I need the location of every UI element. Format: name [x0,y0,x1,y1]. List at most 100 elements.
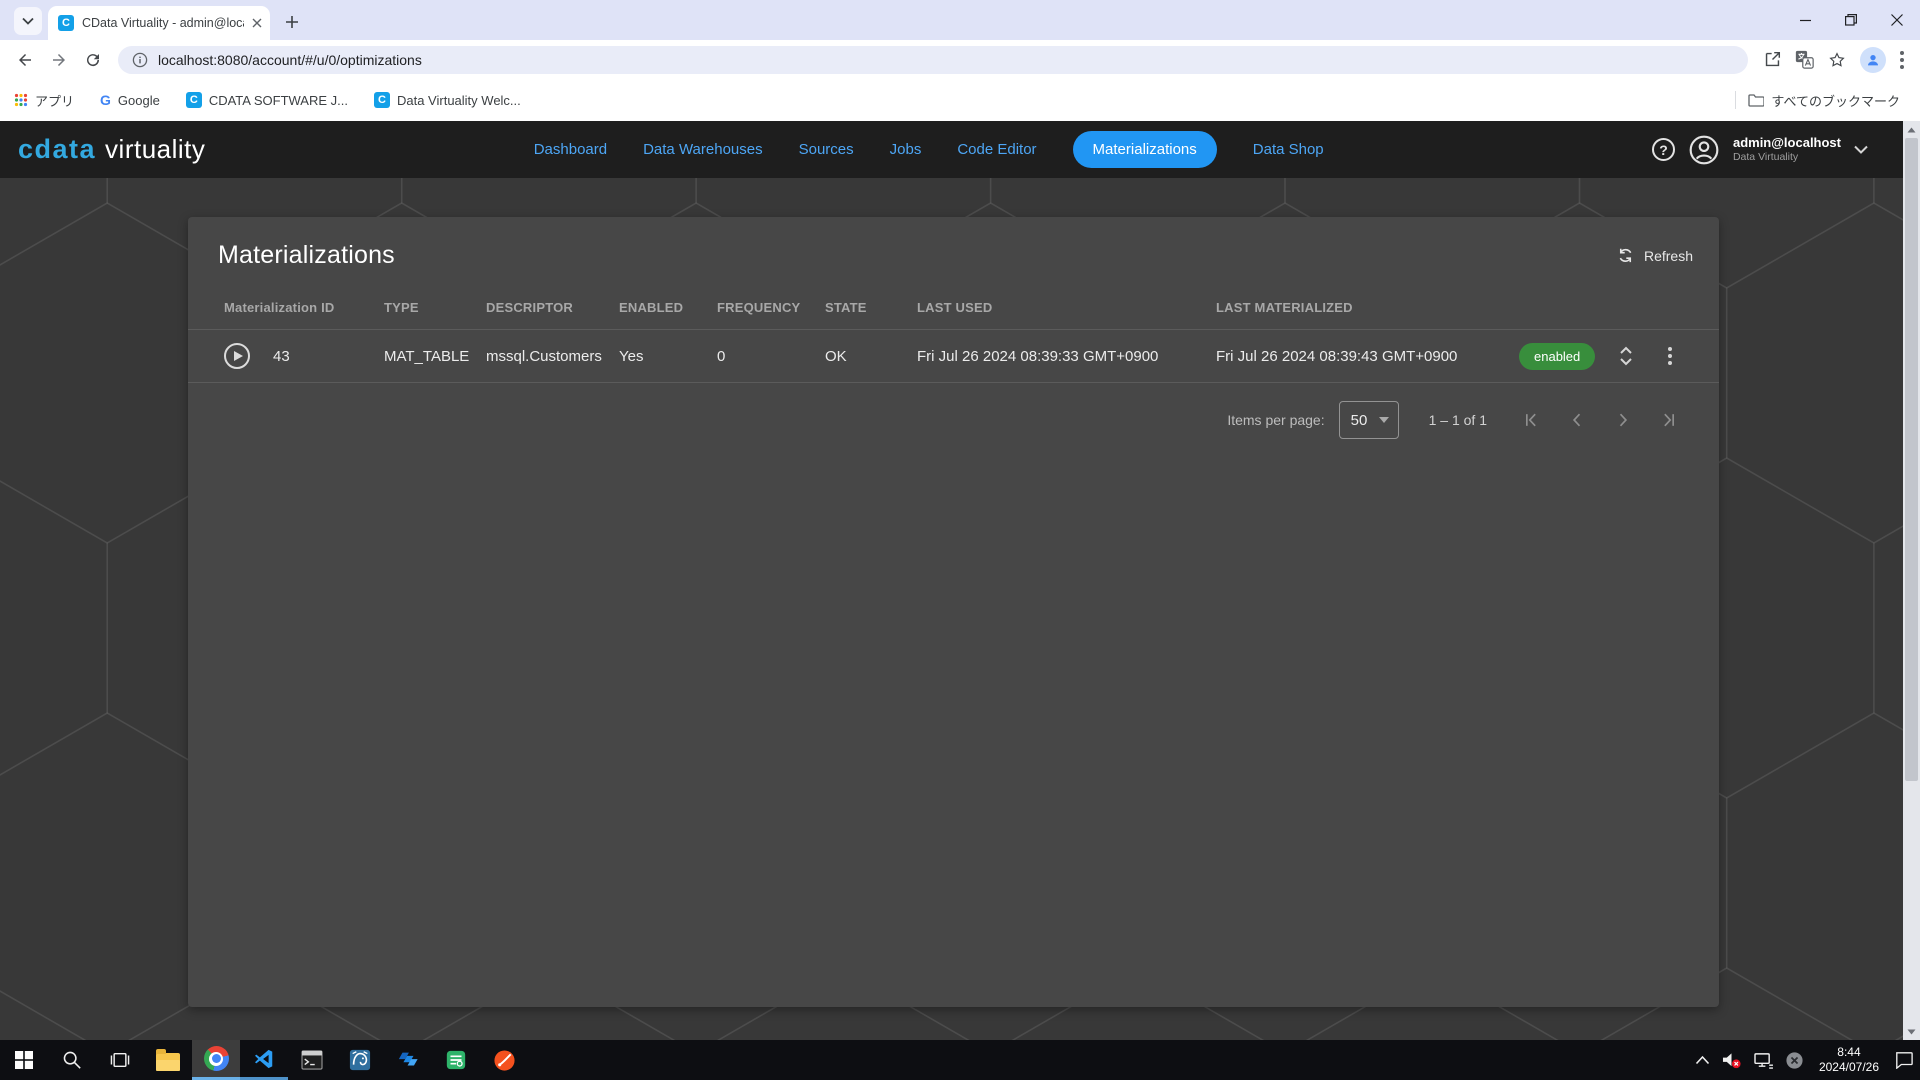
scroll-down-arrow-icon[interactable] [1907,1023,1916,1040]
blue-layers-app-button[interactable] [384,1040,432,1080]
cdata-favicon-icon: C [186,92,202,108]
column-header: DESCRIPTOR [486,300,619,315]
window-minimize-button[interactable] [1782,0,1828,40]
restore-icon [1845,14,1857,26]
bookmark-cdata-software[interactable]: C CDATA SOFTWARE J... [186,92,348,108]
previous-page-button[interactable] [1567,410,1587,430]
app-logo[interactable]: cdata virtuality [18,134,205,165]
user-avatar-icon[interactable] [1688,134,1720,166]
taskbar-clock[interactable]: 8:44 2024/07/26 [1815,1045,1883,1075]
translate-icon[interactable] [1795,50,1814,69]
taskbar-search-button[interactable] [48,1040,96,1080]
page-scrollbar[interactable] [1903,121,1920,1040]
nav-data-warehouses[interactable]: Data Warehouses [643,141,763,158]
browser-profile-avatar[interactable] [1860,47,1886,73]
items-per-page-select[interactable]: 50 [1339,401,1399,439]
cell-last-materialized: Fri Jul 26 2024 08:39:43 GMT+0900 [1216,348,1519,365]
orange-app-button[interactable] [480,1040,528,1080]
bookmark-google[interactable]: G Google [100,92,160,108]
nav-materializations[interactable]: Materializations [1073,131,1217,168]
window-restore-button[interactable] [1828,0,1874,40]
tab-title: CData Virtuality - admin@locall [82,16,244,30]
toggle-status-button[interactable] [1611,341,1641,371]
card-header: Materializations Refresh [188,217,1719,286]
select-caret-icon [1379,417,1389,423]
tray-expand-chevron-icon[interactable] [1695,1055,1710,1065]
task-view-icon [110,1051,130,1069]
info-icon[interactable] [132,52,148,68]
user-subtitle: Data Virtuality [1733,151,1841,163]
refresh-button[interactable]: Refresh [1616,246,1693,265]
nav-data-shop[interactable]: Data Shop [1253,141,1324,158]
person-icon [1865,52,1881,68]
all-bookmarks-button[interactable]: すべてのブックマーク [1748,91,1900,110]
volume-muted-icon[interactable] [1721,1051,1742,1069]
browser-toolbar: localhost:8080/account/#/u/0/optimizatio… [0,40,1920,79]
nav-jobs[interactable]: Jobs [890,141,922,158]
tray-status-icon[interactable] [1785,1051,1804,1070]
back-arrow-icon [16,51,34,69]
apps-grid-icon [14,93,28,107]
cell-materialization-id: 43 [224,343,384,369]
browser-menu-button[interactable] [1900,51,1904,69]
network-icon[interactable] [1753,1052,1774,1069]
layers-icon [397,1049,419,1071]
last-page-button[interactable] [1659,410,1679,430]
cell-frequency: 0 [717,348,825,365]
user-info[interactable]: admin@localhost Data Virtuality [1733,136,1841,163]
tab-close-icon[interactable] [252,18,262,28]
tab-search-button[interactable] [14,7,42,35]
terminal-icon [301,1050,323,1070]
cdata-favicon-icon: C [374,92,390,108]
status-badge[interactable]: enabled [1519,343,1595,370]
browser-tab-strip: C CData Virtuality - admin@locall [0,0,1920,40]
chevron-down-icon [22,17,34,25]
terminal-taskbar-button[interactable] [288,1040,336,1080]
forward-button[interactable] [44,45,74,75]
new-tab-button[interactable] [278,8,306,36]
scrollbar-thumb[interactable] [1905,138,1918,781]
action-center-icon[interactable] [1894,1051,1914,1069]
scroll-up-arrow-icon[interactable] [1907,121,1916,138]
next-page-button[interactable] [1613,410,1633,430]
back-button[interactable] [10,45,40,75]
run-materialization-button[interactable] [224,343,250,369]
log-list-icon [445,1049,467,1071]
file-explorer-button[interactable] [144,1040,192,1080]
help-icon[interactable]: ? [1652,138,1675,161]
kebab-icon [1668,347,1672,365]
cell-enabled: Yes [619,348,717,365]
orange-ball-icon [493,1049,516,1072]
user-menu-chevron-icon[interactable] [1854,145,1868,154]
chrome-taskbar-button[interactable] [192,1040,240,1080]
nav-code-editor[interactable]: Code Editor [957,141,1036,158]
task-view-button[interactable] [96,1040,144,1080]
search-icon [62,1050,82,1070]
window-controls [1782,0,1920,40]
browser-tab[interactable]: C CData Virtuality - admin@locall [48,6,270,40]
bookmark-label: アプリ [35,91,74,110]
google-icon: G [100,92,111,108]
close-icon [1891,14,1903,26]
nav-dashboard[interactable]: Dashboard [534,141,607,158]
column-header: STATE [825,300,917,315]
green-log-app-button[interactable] [432,1040,480,1080]
open-in-new-icon[interactable] [1764,51,1781,68]
window-close-button[interactable] [1874,0,1920,40]
vscode-taskbar-button[interactable] [240,1040,288,1080]
bookmark-star-icon[interactable] [1828,51,1846,69]
pgadmin-taskbar-button[interactable] [336,1040,384,1080]
bookmark-apps[interactable]: アプリ [14,91,74,110]
nav-sources[interactable]: Sources [799,141,854,158]
chrome-icon [204,1046,229,1071]
table-paginator: Items per page: 50 1 – 1 of 1 [188,383,1719,439]
row-menu-button[interactable] [1655,341,1685,371]
clock-date: 2024/07/26 [1819,1060,1879,1075]
materializations-card: Materializations Refresh Materialization… [188,217,1719,1007]
reload-button[interactable] [78,45,108,75]
first-page-button[interactable] [1521,410,1541,430]
materialization-id-value: 43 [273,348,290,365]
url-bar[interactable]: localhost:8080/account/#/u/0/optimizatio… [118,46,1748,74]
start-button[interactable] [0,1040,48,1080]
bookmark-data-virtuality[interactable]: C Data Virtuality Welc... [374,92,521,108]
